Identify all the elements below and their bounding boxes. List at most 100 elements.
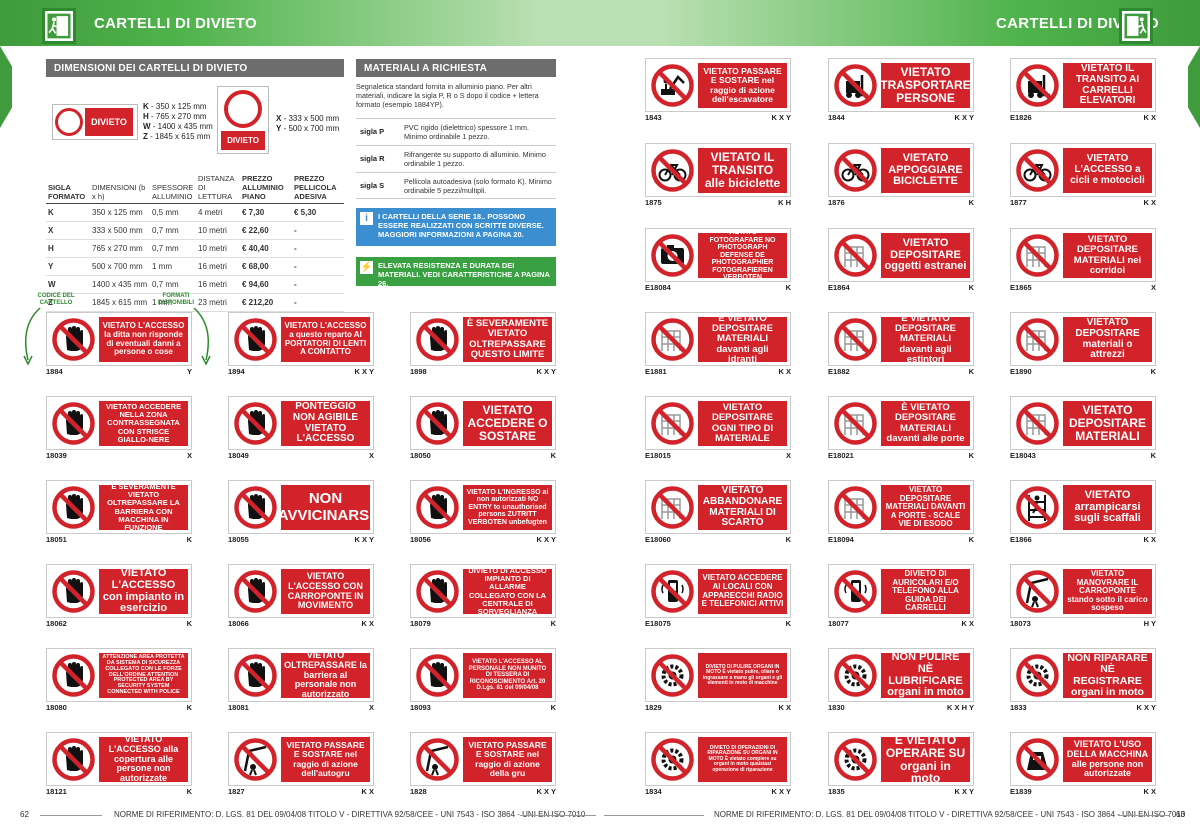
sign-image: VIETATO DEPOSITARE MATERIALI (1010, 396, 1156, 450)
gear-icon (1015, 653, 1060, 698)
table-row: W 1400 x 435 mm 0,7 mm 16 metri € 94,60- (46, 275, 344, 294)
sign-text: NON AVVICINARSI (281, 485, 370, 530)
sign-card[interactable]: VIETATO TRASPORTARE PERSONE 1844 K X Y (828, 58, 974, 124)
sign-card[interactable]: VIETATO FOTOGRAFARE NO PHOTOGRAPH DEFENS… (645, 228, 791, 294)
sign-code: 1884 (46, 367, 63, 376)
sign-card[interactable]: VIETATO ABBANDONARE MATERIALI DI SCARTO E… (645, 480, 791, 546)
sign-card[interactable]: VIETATO L'INGRESSO ai non autorizzati NO… (410, 480, 556, 546)
sign-text: DIVIETO DI PULIRE ORGANI IN MOTO È vieta… (698, 653, 787, 698)
sign-card[interactable]: VIETATO PASSARE E SOSTARE nel raggio di … (228, 732, 374, 798)
sign-formats: K (968, 367, 974, 376)
sign-text: È VIETATO DEPOSITARE MATERIALI davanti a… (698, 317, 787, 362)
sign-formats: X (1150, 283, 1156, 292)
sign-card[interactable]: È SEVERAMENTE VIETATO OLTREPASSARE LA BA… (46, 480, 192, 546)
sign-card[interactable]: VIETATO DEPOSITARE MATERIALI E18043 K (1010, 396, 1156, 462)
hand-stop-icon (51, 485, 96, 530)
sign-card[interactable]: È VIETATO DEPOSITARE MATERIALI davanti a… (828, 312, 974, 378)
sign-card[interactable]: È VIETATO DEPOSITARE MATERIALI davanti a… (828, 396, 974, 462)
sign-card[interactable]: VIETATO L'ACCESSO con impianto in eserci… (46, 564, 192, 630)
crane-icon (233, 737, 278, 782)
sign-card[interactable]: NON PULIRE NÈ LUBRIFICARE organi in moto… (828, 648, 974, 714)
sign-card[interactable]: DIVIETO DI ACCESSO IMPIANTO DI ALLARME C… (410, 564, 556, 630)
sign-card[interactable]: VIETATO MANOVRARE IL CARROPONTE stando s… (1010, 564, 1156, 630)
material-row: sigla P PVC rigido (dielettrico) spessore… (356, 118, 556, 145)
sign-card[interactable]: VIETATO ACCEDERE AI LOCALI CON APPARECCH… (645, 564, 791, 630)
sign-card[interactable]: È SEVERAMENTE VIETATO OLTREPASSARE QUEST… (410, 312, 556, 378)
sign-card[interactable]: VIETATO OLTREPASSARE la barriera al pers… (228, 648, 374, 714)
sign-image: VIETATO FOTOGRAFARE NO PHOTOGRAPH DEFENS… (645, 228, 791, 282)
sign-card[interactable]: VIETATO arrampicarsi sugli scaffali E1866… (1010, 480, 1156, 546)
table-row: K 350 x 125 mm 0,5 mm 4 metri € 7,30 € 5,30 (46, 203, 344, 222)
sign-card[interactable]: VIETATO L'ACCESSO CON CARROPONTE IN MOVI… (228, 564, 374, 630)
sign-card[interactable]: VIETATO DEPOSITARE materiali o attrezzi E… (1010, 312, 1156, 378)
sign-card[interactable]: VIETATO L'ACCESSO a cicli e motocicli 187… (1010, 143, 1156, 209)
sign-card[interactable]: VIETATO IL TRANSITO AI CARRELLI ELEVATOR… (1010, 58, 1156, 124)
sign-code: E18094 (828, 535, 854, 544)
sign-image: PONTEGGIO NON AGIBILE VIETATO L'ACCESSO (228, 396, 374, 450)
boxes-icon (1015, 317, 1060, 362)
sign-image: VIETATO MANOVRARE IL CARROPONTE stando s… (1010, 564, 1156, 618)
sign-card[interactable]: NON AVVICINARSI 18055 K X Y (228, 480, 374, 546)
sign-text: VIETATO L'ACCESSO AL PERSONALE NON MUNIT… (463, 653, 552, 698)
sign-formats: K X Y (771, 113, 791, 122)
sign-text: VIETATO MANOVRARE IL CARROPONTE stando s… (1063, 569, 1152, 614)
table-cell: Y (46, 257, 90, 276)
footer-rule (1118, 815, 1170, 816)
sign-image: VIETATO APPOGGIARE BICICLETTE (828, 143, 974, 197)
sign-card[interactable]: VIETATO L'ACCESSO la ditta non risponde … (46, 312, 192, 378)
sign-card[interactable]: È VIETATO DEPOSITARE MATERIALI davanti a… (645, 312, 791, 378)
sign-card[interactable]: VIETATO L'ACCESSO a questo reparto AI PO… (228, 312, 374, 378)
sign-card[interactable]: VIETATO DEPOSITARE MATERIALI nei corrido… (1010, 228, 1156, 294)
sign-card[interactable]: VIETATO PASSARE E SOSTARE nel raggio di … (410, 732, 556, 798)
table-cell: - (292, 293, 344, 312)
hand-stop-icon (233, 401, 278, 446)
table-cell: 1400 x 435 mm (90, 275, 150, 294)
sign-card[interactable]: VIETATO PASSARE E SOSTARE nel raggio di … (645, 58, 791, 124)
excavator-icon (650, 63, 695, 108)
sign-card[interactable]: VIETATO L'USO DELLA MACCHINA alle person… (1010, 732, 1156, 798)
sign-card[interactable]: VIETATO L'ACCESSO alla copertura alle pe… (46, 732, 192, 798)
sign-image: È VIETATO OPERARE SU organi in moto (828, 732, 974, 786)
table-cell: - (292, 239, 344, 258)
sign-card[interactable]: DIVIETO DI PULIRE ORGANI IN MOTO È vieta… (645, 648, 791, 714)
sign-code: 1833 (1010, 703, 1027, 712)
sign-card[interactable]: PONTEGGIO NON AGIBILE VIETATO L'ACCESSO 1… (228, 396, 374, 462)
exit-door-icon (1119, 8, 1153, 44)
sign-code: 1835 (828, 787, 845, 796)
sign-code: 18051 (46, 535, 67, 544)
sign-card[interactable]: VIETATO APPOGGIARE BICICLETTE 1876 K (828, 143, 974, 209)
sign-formats: K (186, 535, 192, 544)
sign-text: PONTEGGIO NON AGIBILE VIETATO L'ACCESSO (281, 401, 370, 446)
sign-text: VIETATO L'ACCESSO con impianto in eserci… (99, 569, 188, 614)
sign-card[interactable]: DIVIETO DI AURICOLARI E/O TELEFONO ALLA … (828, 564, 974, 630)
sign-card[interactable]: VIETATO L'ACCESSO AL PERSONALE NON MUNIT… (410, 648, 556, 714)
sign-card[interactable]: DIVIETO DI OPERAZIONI DI RIPARAZIONE SU … (645, 732, 791, 798)
sign-card[interactable]: È VIETATO OPERARE SU organi in moto 1835 K… (828, 732, 974, 798)
page-number-right: 63 (1176, 810, 1185, 819)
sign-card[interactable]: VIETATO DEPOSITARE oggetti estranei E1864… (828, 228, 974, 294)
sign-formats: K X Y (536, 367, 556, 376)
sign-card[interactable]: VIETATO DEPOSITARE MATERIALI DAVANTI A P… (828, 480, 974, 546)
sign-card[interactable]: VIETATO ACCEDERE NELLA ZONA CONTRASSEGNA… (46, 396, 192, 462)
phone-icon (650, 569, 695, 614)
sign-card[interactable]: VIETATO IL TRANSITO alle biciclette 1875 K… (645, 143, 791, 209)
material-row: sigla S Pellicola autoadesiva (solo forma… (356, 172, 556, 199)
sign-image: VIETATO L'ACCESSO a questo reparto AI PO… (228, 312, 374, 366)
sign-card[interactable]: NON RIPARARE NÈ REGISTRARE organi in mot… (1010, 648, 1156, 714)
sign-card[interactable]: ATTENZIONE AREA PROTETTA DA SISTEMA DI S… (46, 648, 192, 714)
sign-text: VIETATO L'ACCESSO a cicli e motocicli (1063, 148, 1152, 193)
dimensions-header: DIMENSIONI DEI CARTELLI DI DIVIETO (46, 59, 344, 77)
gear-icon (833, 653, 878, 698)
sign-code: 1877 (1010, 198, 1027, 207)
sign-image: NON PULIRE NÈ LUBRIFICARE organi in moto (828, 648, 974, 702)
table-cell: X (46, 221, 90, 240)
sign-card[interactable]: VIETATO ACCEDERE O SOSTARE 18050 K (410, 396, 556, 462)
sign-code: E1826 (1010, 113, 1032, 122)
sign-formats: K X H Y (947, 703, 974, 712)
dimensions-table: SIGLA FORMATO DIMENSIONI (b x h) SPESSOR… (46, 172, 344, 312)
footer-norms-left: NORME DI RIFERIMENTO: D. LGS. 81 DEL 09/… (114, 810, 586, 819)
table-row: H 765 x 270 mm 0,7 mm 10 metri € 40,40- (46, 239, 344, 258)
sign-text: VIETATO L'ACCESSO a questo reparto AI PO… (281, 317, 370, 362)
sign-image: VIETATO IL TRANSITO AI CARRELLI ELEVATOR… (1010, 58, 1156, 112)
sign-card[interactable]: VIETATO DEPOSITARE OGNI TIPO DI MATERIAL… (645, 396, 791, 462)
